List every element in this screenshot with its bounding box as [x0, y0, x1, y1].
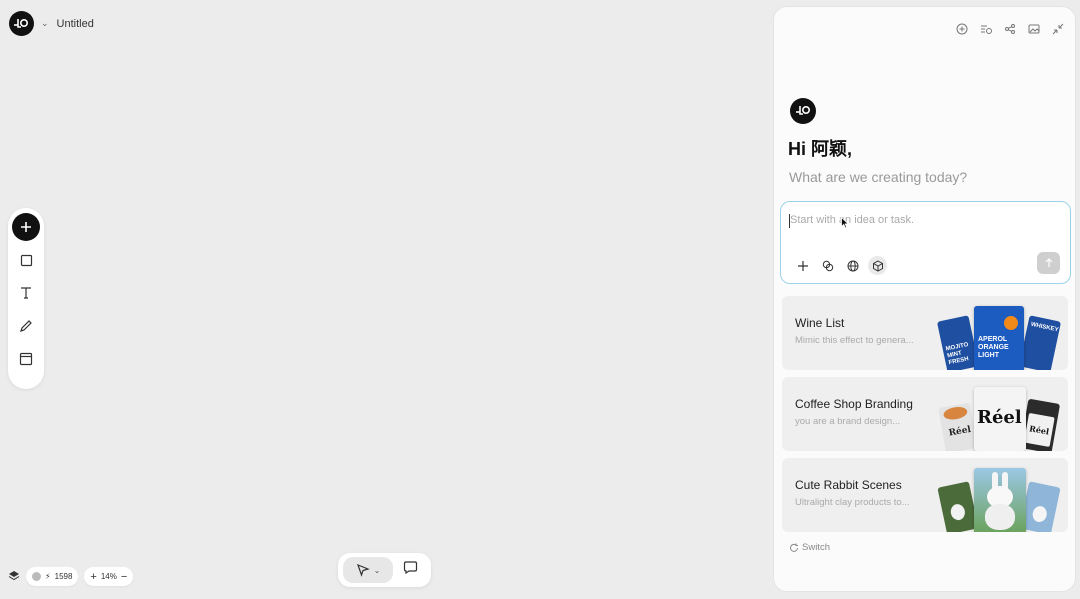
model-button[interactable]: [868, 256, 887, 275]
add-tool-button[interactable]: [12, 213, 40, 241]
card-title: Coffee Shop Branding: [795, 397, 913, 411]
thumbnail-label: MOJITO MINT FRESH: [945, 341, 970, 367]
chevron-down-icon[interactable]: ⌄: [41, 18, 49, 29]
app-logo[interactable]: [9, 11, 34, 36]
assistant-logo: [790, 98, 816, 124]
layers-icon[interactable]: [8, 570, 20, 584]
comment-tool-button[interactable]: [403, 560, 418, 580]
bottom-toolbar: ⌄: [338, 553, 431, 587]
prompt-input[interactable]: Start with an idea or task.: [780, 201, 1071, 284]
thumbnail-label: Réel: [977, 407, 1022, 428]
mouse-pointer-icon: [841, 217, 849, 229]
credits-coin-icon: [32, 572, 41, 581]
topbar: ⌄ Untitled: [9, 11, 94, 36]
thumbnail-image: [974, 468, 1026, 532]
thumbnail-label: WHISKEY: [1030, 321, 1059, 334]
credits-count: 1598: [54, 572, 73, 581]
assistant-panel: Hi 阿颖, What are we creating today? Start…: [773, 6, 1076, 592]
square-icon: [20, 254, 32, 266]
thumbnail-image: [937, 481, 979, 532]
attach-button[interactable]: [793, 256, 812, 275]
card-description: Mimic this effect to genera...: [795, 335, 914, 346]
thumbnail-label: Réel: [947, 424, 972, 439]
thumbnail-image: WHISKEY: [1018, 315, 1062, 370]
card-description: you are a brand design...: [795, 416, 901, 427]
switch-label: Switch: [802, 542, 830, 553]
template-card-wine-list[interactable]: Wine List Mimic this effect to genera...…: [782, 296, 1068, 370]
text-icon: [21, 287, 31, 299]
card-thumbnails: Réel Réel Réel: [938, 377, 1061, 451]
pencil-icon: [20, 320, 32, 332]
plus-icon: [797, 260, 808, 271]
thumbnail-label: APEROL ORANGE LIGHT: [978, 336, 1009, 359]
card-thumbnails: [937, 458, 1061, 532]
overlap-icon: [822, 260, 833, 271]
input-tools: [793, 256, 887, 275]
web-search-button[interactable]: [843, 256, 862, 275]
thumbnail-image: MOJITO MINT FRESH: [936, 315, 980, 370]
document-title[interactable]: Untitled: [57, 18, 94, 30]
cursor-icon: [356, 563, 370, 577]
zoom-level: 14%: [100, 572, 117, 581]
new-chat-icon[interactable]: [955, 22, 969, 36]
greeting: Hi 阿颖,: [788, 139, 853, 159]
style-button[interactable]: [818, 256, 837, 275]
pastry-image: [942, 405, 969, 422]
card-title: Cute Rabbit Scenes: [795, 478, 902, 492]
zoom-out-button[interactable]: −: [121, 571, 127, 583]
tool-rail: [8, 208, 44, 389]
text-tool-button[interactable]: [12, 279, 40, 307]
zoom-control: + 14% −: [84, 567, 134, 586]
card-description: Ultralight clay products to...: [795, 497, 910, 508]
orange-slice: [1004, 316, 1018, 330]
lightning-icon: ⚡: [45, 572, 51, 581]
credits-pill[interactable]: ⚡ 1598: [26, 567, 79, 586]
shape-tool-button[interactable]: [12, 246, 40, 274]
template-card-cute-rabbit-scenes[interactable]: Cute Rabbit Scenes Ultralight clay produ…: [782, 458, 1068, 532]
rabbit-image: [949, 502, 967, 522]
plus-icon: [21, 222, 31, 232]
share-icon[interactable]: [1003, 22, 1017, 36]
pen-tool-button[interactable]: [12, 312, 40, 340]
comment-icon: [403, 561, 418, 575]
cube-icon: [872, 259, 883, 272]
chevron-down-icon: ⌄: [373, 565, 381, 575]
select-tool-button[interactable]: ⌄: [343, 557, 393, 583]
card-title: Wine List: [795, 316, 845, 330]
thumbnail-image: APEROL ORANGE LIGHT: [974, 306, 1024, 370]
thumbnail-image: Réel: [938, 402, 978, 451]
globe-icon: [847, 260, 858, 271]
rabbit-image: [1031, 504, 1049, 524]
frame-tool-button[interactable]: [12, 345, 40, 373]
arrow-up-icon: [1045, 258, 1052, 267]
template-card-coffee-shop-branding[interactable]: Coffee Shop Branding you are a brand des…: [782, 377, 1068, 451]
zoom-in-button[interactable]: +: [90, 571, 96, 583]
prompt-placeholder: Start with an idea or task.: [790, 214, 915, 226]
history-icon[interactable]: [979, 22, 993, 36]
frame-icon: [19, 352, 33, 366]
panel-header-icons: [955, 22, 1065, 36]
switch-button[interactable]: Switch: [789, 542, 830, 553]
refresh-icon: [790, 543, 798, 552]
gallery-icon[interactable]: [1027, 22, 1041, 36]
rabbit-body: [985, 504, 1015, 530]
bottom-left-controls: ⚡ 1598 + 14% −: [8, 567, 134, 586]
subgreeting: What are we creating today?: [789, 169, 968, 185]
send-button[interactable]: [1037, 252, 1060, 274]
collapse-icon[interactable]: [1051, 22, 1065, 36]
card-thumbnails: MOJITO MINT FRESH WHISKEY APEROL ORANGE …: [936, 296, 1062, 370]
thumbnail-image: Réel: [974, 387, 1026, 451]
